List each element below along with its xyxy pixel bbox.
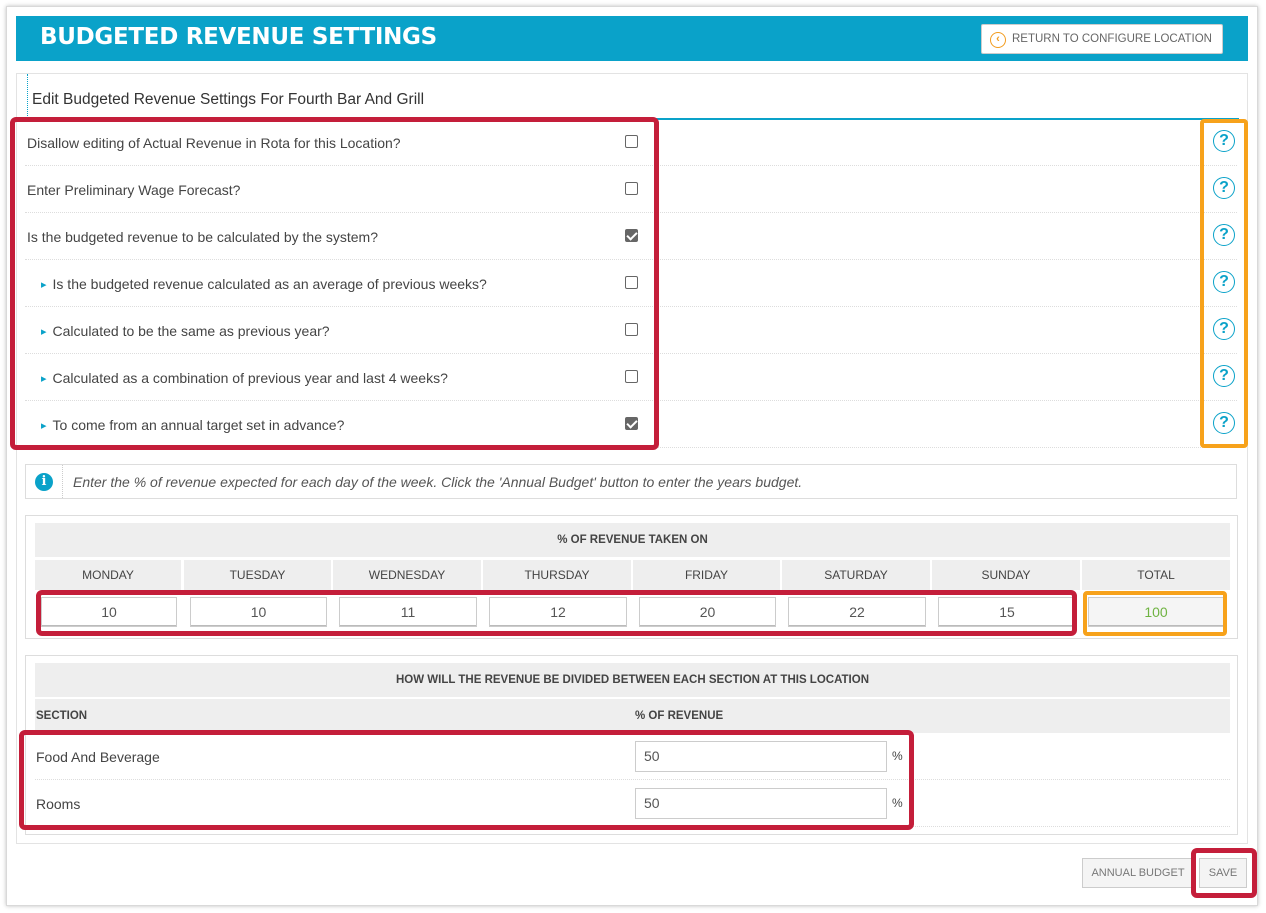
settings-highlight-box xyxy=(10,117,659,450)
day-header-monday: MONDAY xyxy=(35,560,181,590)
info-text: Enter the % of revenue expected for each… xyxy=(73,474,803,490)
section-column-header: SECTION xyxy=(36,710,88,722)
return-to-configure-location-button[interactable]: ‹ RETURN TO CONFIGURE LOCATION xyxy=(981,24,1223,54)
save-highlight-box xyxy=(1191,848,1257,898)
help-highlight-box xyxy=(1200,119,1248,448)
return-button-label: RETURN TO CONFIGURE LOCATION xyxy=(1012,33,1212,45)
day-header-saturday: SATURDAY xyxy=(782,560,930,590)
panel-title: Edit Budgeted Revenue Settings For Fourt… xyxy=(32,91,425,108)
panel-title-bar: Edit Budgeted Revenue Settings For Fourt… xyxy=(27,74,1239,120)
page-title: BUDGETED REVENUE SETTINGS xyxy=(40,24,437,50)
revenue-days-heading: % OF REVENUE TAKEN ON xyxy=(35,523,1230,557)
day-header-wednesday: WEDNESDAY xyxy=(333,560,481,590)
annual-budget-button[interactable]: ANNUAL BUDGET xyxy=(1082,858,1194,888)
day-header-tuesday: TUESDAY xyxy=(184,560,331,590)
chevron-left-icon: ‹ xyxy=(990,32,1006,48)
total-highlight-box xyxy=(1083,591,1227,636)
day-values-highlight-box xyxy=(36,590,1077,636)
day-header-friday: FRIDAY xyxy=(633,560,780,590)
page-header: BUDGETED REVENUE SETTINGS ‹ RETURN TO CO… xyxy=(16,16,1248,61)
day-header-sunday: SUNDAY xyxy=(932,560,1080,590)
pct-revenue-column-header: % OF REVENUE xyxy=(635,710,724,722)
info-banner: i Enter the % of revenue expected for ea… xyxy=(25,464,1237,499)
total-header: TOTAL xyxy=(1082,560,1230,590)
day-header-thursday: THURSDAY xyxy=(483,560,631,590)
info-divider xyxy=(62,465,63,498)
sections-heading: HOW WILL THE REVENUE BE DIVIDED BETWEEN … xyxy=(35,663,1230,697)
sections-highlight-box xyxy=(19,730,914,830)
info-icon: i xyxy=(35,473,53,491)
